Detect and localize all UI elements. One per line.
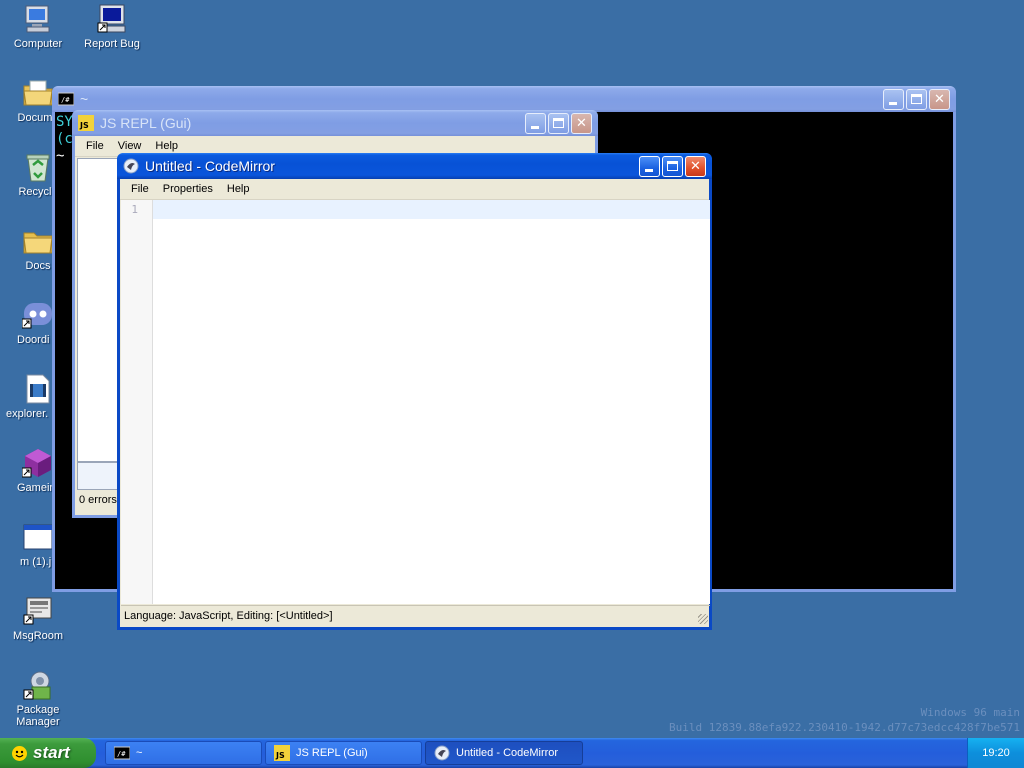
editor-statusbar: Language: JavaScript, Editing: [<Untitle… bbox=[121, 605, 710, 626]
repl-status: 0 errors bbox=[79, 494, 117, 506]
menu-help[interactable]: Help bbox=[220, 183, 257, 195]
desktop-icon-explorer[interactable]: explorer. bbox=[0, 373, 52, 421]
line-gutter: 1 bbox=[121, 200, 153, 604]
window-app-icon bbox=[22, 521, 52, 553]
codemirror-icon bbox=[123, 158, 139, 174]
taskbar-item-codemirror[interactable]: Untitled - CodeMirror bbox=[425, 741, 583, 765]
repl-output[interactable] bbox=[77, 158, 119, 462]
svg-text:JS: JS bbox=[79, 121, 89, 130]
minimize-icon bbox=[645, 168, 653, 172]
desktop-icon-label: Gamein bbox=[17, 482, 52, 494]
editor-menubar: File Properties Help bbox=[120, 179, 709, 200]
taskbar-item-terminal[interactable]: /# ~ bbox=[105, 741, 262, 765]
recycle-bin-icon bbox=[22, 151, 54, 183]
close-button[interactable]: ✕ bbox=[929, 88, 950, 110]
menu-file[interactable]: File bbox=[124, 183, 156, 195]
system-tray: 19:20 bbox=[967, 738, 1024, 768]
resize-grip-icon[interactable] bbox=[698, 614, 708, 624]
repl-titlebar[interactable]: JS JS REPL (Gui) ✕ bbox=[72, 110, 598, 136]
repl-input[interactable] bbox=[77, 462, 119, 490]
desktop-icon-msgroom[interactable]: MsgRoom bbox=[0, 595, 76, 643]
line-number: 1 bbox=[131, 203, 138, 216]
active-line[interactable] bbox=[153, 200, 710, 219]
desktop-icon-gamein[interactable]: Gamein bbox=[0, 447, 52, 495]
minimize-button[interactable] bbox=[639, 155, 660, 177]
start-button[interactable]: start bbox=[0, 738, 96, 768]
taskbar: start /# ~ JS JS REPL (Gui) Untitled - C… bbox=[0, 738, 1024, 768]
video-file-icon bbox=[22, 373, 52, 405]
desktop-icon-label: Computer bbox=[13, 38, 63, 50]
status-text: Language: JavaScript, Editing: [<Untitle… bbox=[124, 610, 333, 622]
close-icon: ✕ bbox=[934, 90, 945, 106]
taskbar-item-repl[interactable]: JS JS REPL (Gui) bbox=[265, 741, 422, 765]
desktop-icon-label: explorer. bbox=[6, 408, 49, 420]
menu-file[interactable]: File bbox=[79, 140, 111, 152]
clock[interactable]: 19:20 bbox=[982, 747, 1010, 759]
desktop-icon-report-bug[interactable]: Report Bug bbox=[74, 3, 150, 51]
msgroom-icon bbox=[22, 595, 54, 627]
close-button[interactable]: ✕ bbox=[571, 112, 592, 134]
taskbar-item-label: ~ bbox=[136, 747, 143, 759]
codemirror-icon bbox=[434, 745, 450, 761]
maximize-icon bbox=[667, 160, 678, 171]
taskbar-item-label: Untitled - CodeMirror bbox=[456, 747, 559, 759]
terminal-icon: /# bbox=[113, 745, 131, 761]
menu-help[interactable]: Help bbox=[148, 140, 185, 152]
report-bug-icon bbox=[96, 3, 128, 35]
desktop-icon-doordi[interactable]: Doordi bbox=[0, 299, 52, 347]
svg-text:/#: /# bbox=[61, 96, 70, 104]
cube-app-icon bbox=[21, 447, 52, 479]
maximize-icon bbox=[553, 117, 564, 128]
folder-icon bbox=[22, 225, 54, 257]
start-label: start bbox=[33, 743, 70, 762]
start-smiley-icon bbox=[12, 745, 27, 761]
package-manager-icon bbox=[22, 669, 54, 701]
build-watermark-version: Build 12839.88efa922.230410-1942.d77c73e… bbox=[669, 721, 1020, 734]
desktop-icon-label: Doordi bbox=[17, 334, 50, 346]
computer-icon bbox=[22, 3, 54, 35]
taskbar-item-label: JS REPL (Gui) bbox=[296, 747, 368, 759]
menu-view[interactable]: View bbox=[111, 140, 149, 152]
code-editor[interactable]: 1 bbox=[121, 200, 710, 604]
editor-titlebar[interactable]: Untitled - CodeMirror ✕ bbox=[117, 153, 712, 179]
editor-window[interactable]: Untitled - CodeMirror ✕ File Properties … bbox=[117, 153, 712, 630]
terminal-titlebar[interactable]: /# ~ ✕ bbox=[52, 86, 956, 112]
close-button[interactable]: ✕ bbox=[685, 155, 706, 177]
window-title: JS REPL (Gui) bbox=[100, 115, 192, 131]
close-icon: ✕ bbox=[576, 114, 587, 130]
minimize-icon bbox=[531, 125, 539, 129]
js-icon: JS bbox=[78, 115, 94, 131]
documents-folder-icon bbox=[22, 77, 54, 109]
maximize-button[interactable] bbox=[906, 88, 927, 110]
js-icon: JS bbox=[274, 745, 290, 761]
desktop-icon-package-manager[interactable]: Package Manager bbox=[0, 669, 76, 728]
svg-text:/#: /# bbox=[117, 750, 126, 758]
desktop-icon-label: MsgRoom bbox=[12, 630, 64, 642]
window-title: Untitled - CodeMirror bbox=[145, 158, 275, 174]
maximize-icon bbox=[911, 93, 922, 104]
window-title: ~ bbox=[80, 91, 89, 107]
desktop-icon-computer[interactable]: Computer bbox=[0, 3, 76, 51]
minimize-button[interactable] bbox=[525, 112, 546, 134]
terminal-icon: /# bbox=[57, 91, 75, 107]
desktop-icon-m1[interactable]: m (1).j bbox=[0, 521, 52, 569]
desktop-icon-label: Package Manager bbox=[16, 704, 60, 728]
svg-text:JS: JS bbox=[275, 751, 285, 760]
close-icon: ✕ bbox=[690, 157, 701, 173]
discord-icon bbox=[21, 299, 52, 331]
desktop-icon-label: m (1).j bbox=[20, 556, 52, 568]
minimize-button[interactable] bbox=[883, 88, 904, 110]
build-watermark-title: Windows 96 main bbox=[920, 706, 1020, 719]
maximize-button[interactable] bbox=[548, 112, 569, 134]
minimize-icon bbox=[889, 101, 897, 105]
menu-properties[interactable]: Properties bbox=[156, 183, 220, 195]
maximize-button[interactable] bbox=[662, 155, 683, 177]
desktop-icon-label: Report Bug bbox=[84, 38, 140, 50]
